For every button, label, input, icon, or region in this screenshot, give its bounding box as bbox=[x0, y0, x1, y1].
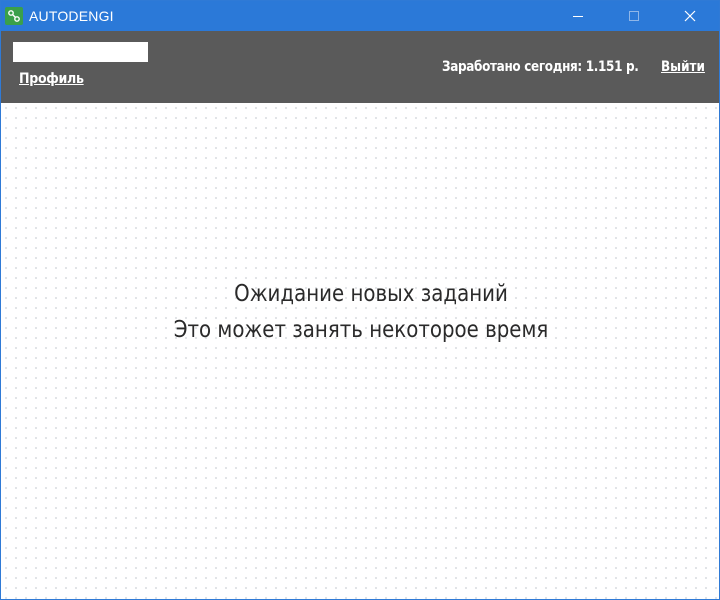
maximize-icon bbox=[629, 11, 639, 21]
logout-link[interactable]: Выйти bbox=[661, 59, 705, 75]
app-logo-glyph bbox=[8, 10, 20, 22]
waiting-status-subtitle: Это может занять некоторое время bbox=[173, 317, 549, 343]
user-name-redacted bbox=[13, 42, 148, 62]
app-window: AUTODENGI Профиль Заработано сегодня: 1.… bbox=[0, 0, 720, 600]
maximize-button[interactable] bbox=[611, 1, 657, 31]
app-logo-icon bbox=[5, 7, 23, 25]
title-bar[interactable]: AUTODENGI bbox=[1, 1, 719, 31]
waiting-status-title: Ожидание новых заданий bbox=[234, 281, 508, 307]
close-icon bbox=[684, 10, 696, 22]
minimize-icon bbox=[573, 16, 583, 17]
task-area: Ожидание новых заданий Это может занять … bbox=[1, 103, 719, 599]
window-title: AUTODENGI bbox=[29, 8, 114, 24]
earned-today-text: Заработано сегодня: 1.151 р. bbox=[442, 59, 639, 75]
account-header: Профиль Заработано сегодня: 1.151 р. Вый… bbox=[1, 31, 719, 103]
close-button[interactable] bbox=[667, 1, 713, 31]
minimize-button[interactable] bbox=[555, 1, 601, 31]
profile-link[interactable]: Профиль bbox=[19, 71, 84, 87]
